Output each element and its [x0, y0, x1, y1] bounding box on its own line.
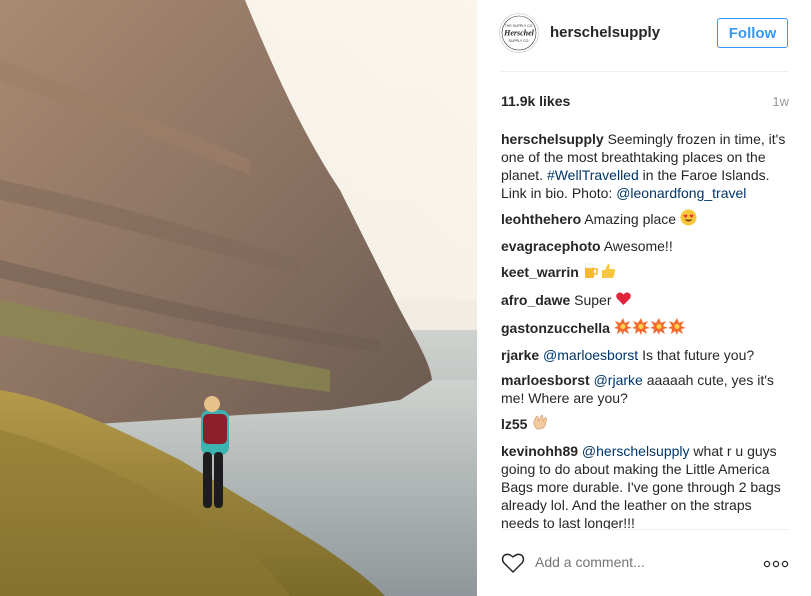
- comment-item: afro_dawe Super: [501, 290, 791, 311]
- likes-count[interactable]: 11.9k likes: [501, 93, 570, 109]
- comment-item: marloesborst @rjarke aaaaah cute, yes it…: [501, 371, 791, 407]
- comments-divider: [501, 529, 788, 530]
- comment-list[interactable]: herschelsupply Seemingly frozen in time,…: [501, 130, 791, 530]
- add-comment-bar: [477, 548, 811, 578]
- beer-mug-icon: [583, 262, 600, 283]
- avatar[interactable]: THE SUPPLY CO. Herschel SUPPLY CO.: [499, 13, 539, 53]
- comment-mention[interactable]: @rjarke: [594, 372, 643, 388]
- caption: herschelsupply Seemingly frozen in time,…: [501, 130, 791, 202]
- collision-icon: [667, 318, 686, 339]
- avatar-text-top: THE SUPPLY CO.: [505, 24, 534, 28]
- comment-item: evagracephoto Awesome!!: [501, 237, 791, 255]
- header-username[interactable]: herschelsupply: [550, 24, 660, 41]
- collision-icon: [631, 318, 650, 339]
- comment-item: lz55: [501, 414, 791, 435]
- comment-username[interactable]: gastonzucchella: [501, 320, 610, 336]
- comment-username[interactable]: leohthehero: [501, 211, 581, 227]
- avatar-text-bottom: SUPPLY CO.: [509, 39, 530, 43]
- post-panel: THE SUPPLY CO. Herschel SUPPLY CO. hersc…: [477, 0, 811, 596]
- comment-text: Super: [574, 292, 612, 308]
- follow-button[interactable]: Follow: [717, 18, 788, 48]
- heart-eyes-icon: [680, 209, 697, 230]
- post-header: THE SUPPLY CO. Herschel SUPPLY CO. hersc…: [477, 0, 811, 70]
- header-divider: [501, 71, 788, 72]
- clapping-hands-icon: [531, 414, 549, 435]
- like-heart-icon[interactable]: [501, 552, 525, 579]
- comment-item: rjarke @marloesborst Is that future you?: [501, 346, 791, 364]
- comment-text: Amazing place: [584, 211, 677, 227]
- thumbs-up-icon: [600, 262, 617, 283]
- comment-username[interactable]: evagracephoto: [501, 238, 601, 254]
- collision-icon: [613, 318, 632, 339]
- post-view: THE SUPPLY CO. Herschel SUPPLY CO. hersc…: [0, 0, 811, 596]
- comment-mention[interactable]: @marloesborst: [543, 347, 638, 363]
- red-heart-icon: [615, 290, 632, 311]
- caption-mention[interactable]: @leonardfong_travel: [616, 185, 746, 201]
- comment-item: kevinohh89 @herschelsupply what r u guys…: [501, 442, 791, 530]
- comment-item: leohthehero Amazing place: [501, 209, 791, 230]
- caption-username[interactable]: herschelsupply: [501, 131, 604, 147]
- comment-username[interactable]: lz55: [501, 416, 527, 432]
- comment-username[interactable]: marloesborst: [501, 372, 590, 388]
- post-photo[interactable]: [0, 0, 477, 596]
- more-options-icon[interactable]: [763, 556, 789, 574]
- post-timestamp[interactable]: 1w: [772, 94, 789, 109]
- comment-item: keet_warrin: [501, 262, 791, 283]
- caption-hashtag[interactable]: #WellTravelled: [547, 167, 639, 183]
- comment-mention[interactable]: @herschelsupply: [582, 443, 690, 459]
- comment-text: Awesome!!: [603, 238, 673, 254]
- add-comment-input[interactable]: [535, 554, 695, 570]
- comment-username[interactable]: kevinohh89: [501, 443, 578, 459]
- collision-icon: [649, 318, 668, 339]
- comment-username[interactable]: rjarke: [501, 347, 539, 363]
- comment-item: gastonzucchella: [501, 318, 791, 339]
- comment-username[interactable]: afro_dawe: [501, 292, 570, 308]
- comment-username[interactable]: keet_warrin: [501, 264, 579, 280]
- comment-text: Is that future you?: [638, 347, 755, 363]
- avatar-logo-text: Herschel: [503, 29, 535, 38]
